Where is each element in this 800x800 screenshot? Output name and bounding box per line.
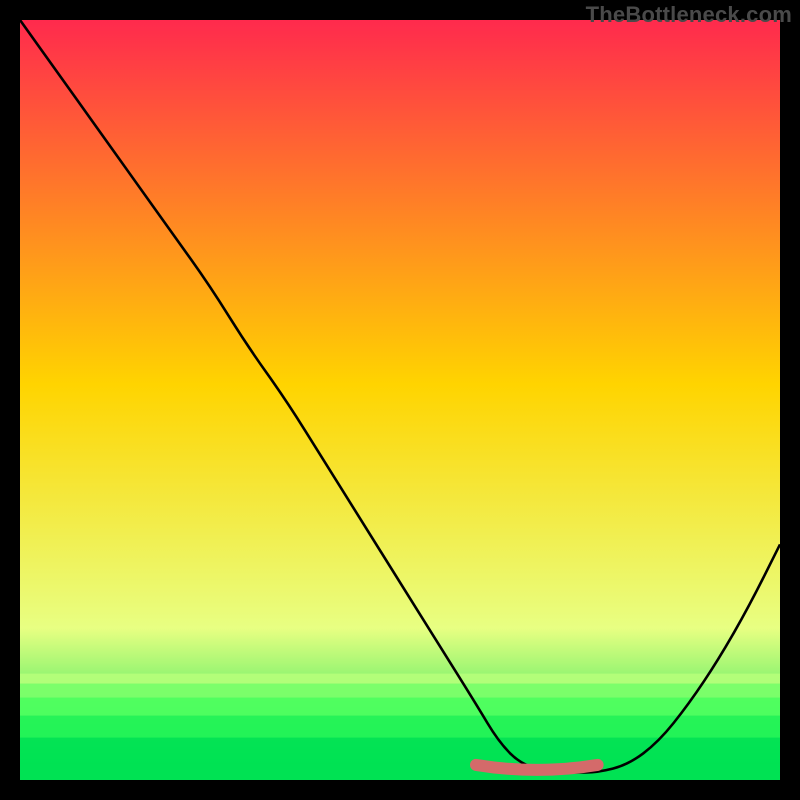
chart-plot-area (20, 20, 780, 780)
chart-svg (20, 20, 780, 780)
chart-background (20, 20, 780, 780)
chart-bottom-bands (20, 674, 780, 780)
watermark-label: TheBottleneck.com (586, 2, 792, 28)
chart-minimum-marker (476, 765, 598, 770)
chart-frame: TheBottleneck.com (0, 0, 800, 800)
